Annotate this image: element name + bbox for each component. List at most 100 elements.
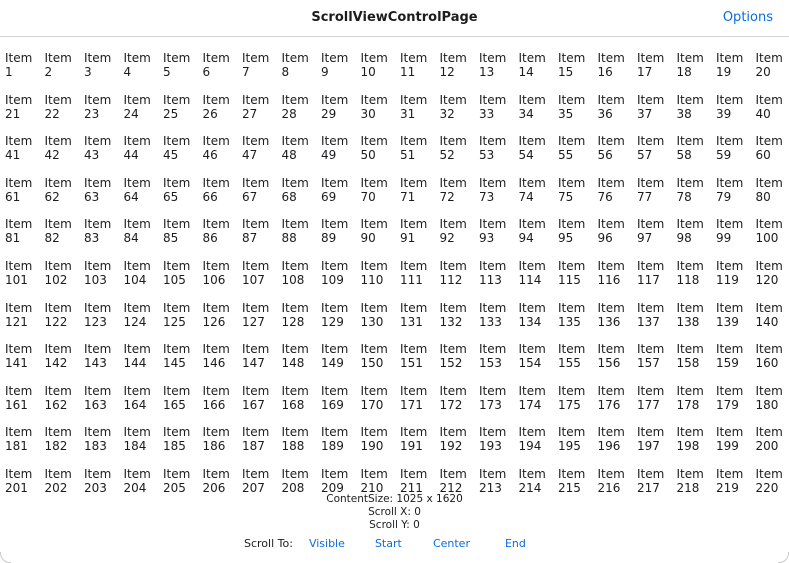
grid-item: Item 20 (756, 51, 789, 93)
grid-item-label: Item (518, 466, 546, 481)
grid-item-label: Item (518, 175, 546, 190)
grid-item: Item 192 (440, 425, 480, 467)
grid-item: Item 102 (45, 259, 85, 301)
grid-item-label: Item (123, 258, 151, 273)
grid-item-label: Item (281, 217, 309, 232)
grid-item-number: 150 (360, 356, 384, 371)
grid-item-label: Item (518, 342, 546, 357)
grid-item: Item 152 (440, 342, 480, 384)
grid-item-number: 114 (518, 272, 542, 287)
grid-item-number: 83 (84, 231, 100, 246)
scroll-to-start-button[interactable]: Start (375, 537, 433, 550)
grid-item: Item 41 (5, 134, 45, 176)
grid-item-number: 115 (558, 272, 581, 287)
grid-item: Item 90 (361, 217, 401, 259)
grid-item: Item 193 (479, 425, 519, 467)
grid-item-number: 31 (400, 106, 416, 121)
grid-item-number: 25 (163, 106, 179, 121)
grid-item: Item 77 (637, 176, 677, 218)
grid-item-number: 60 (755, 148, 771, 163)
grid-item-number: 50 (360, 148, 376, 163)
grid-item: Item 155 (558, 342, 598, 384)
grid-item-label: Item (755, 92, 783, 107)
grid-item: Item 149 (321, 342, 361, 384)
grid-item-number: 181 (5, 439, 28, 454)
options-button[interactable]: Options (723, 10, 773, 25)
grid-item: Item 125 (163, 301, 203, 343)
grid-item-number: 28 (281, 106, 297, 121)
scroll-to-visible-button[interactable]: Visible (309, 537, 375, 550)
grid-item-label: Item (321, 383, 349, 398)
grid-item: Item 122 (45, 301, 85, 343)
grid-item-label: Item (518, 92, 546, 107)
grid-item-number: 120 (755, 272, 779, 287)
grid-item-number: 185 (163, 439, 186, 454)
grid-item-number: 19 (716, 65, 732, 79)
grid-item-number: 140 (755, 314, 779, 329)
grid-item-number: 167 (242, 397, 265, 412)
grid-item: Item 110 (361, 259, 401, 301)
grid-item: Item 76 (598, 176, 638, 218)
grid-item: Item 31 (400, 93, 440, 135)
grid-item: Item 167 (242, 384, 282, 426)
grid-item-number: 133 (479, 314, 502, 329)
grid-item-number: 42 (44, 148, 60, 163)
grid-item: Item 55 (558, 134, 598, 176)
grid-item: Item 162 (45, 384, 85, 426)
grid-item-number: 20 (755, 65, 771, 79)
grid-item: Item 27 (242, 93, 282, 135)
grid-item-number: 124 (123, 314, 147, 329)
grid-item-label: Item (439, 258, 467, 273)
grid-item: Item 183 (84, 425, 124, 467)
grid-item-number: 5 (163, 65, 171, 79)
grid-item-number: 100 (755, 231, 779, 246)
grid-item: Item 123 (84, 301, 124, 343)
grid-item-number: 207 (242, 480, 265, 492)
grid-item: Item 131 (400, 301, 440, 343)
grid-item-number: 76 (597, 189, 613, 204)
grid-item: Item 139 (716, 301, 756, 343)
grid-item-label: Item (755, 217, 783, 232)
grid-item-number: 102 (44, 272, 68, 287)
grid-item-label: Item (242, 466, 270, 481)
grid-item: Item 166 (203, 384, 243, 426)
grid-item: Item 146 (203, 342, 243, 384)
grid-item: Item 109 (321, 259, 361, 301)
scroll-view[interactable]: Item 1 Item 2 Item 3 Item 4 Item 5 Item 6 Item 7 Item 8… (0, 38, 789, 492)
grid-item-label: Item (400, 466, 428, 481)
grid-item: Item 182 (45, 425, 85, 467)
grid-item-label: Item (163, 383, 191, 398)
grid-item-number: 125 (163, 314, 186, 329)
grid-item-label: Item (518, 51, 546, 65)
grid-item-number: 64 (123, 189, 139, 204)
grid-item-number: 176 (597, 397, 621, 412)
grid-item: Item 132 (440, 301, 480, 343)
grid-item-label: Item (360, 383, 388, 398)
grid-item-number: 40 (755, 106, 771, 121)
grid-item-number: 158 (676, 356, 700, 371)
grid-item-label: Item (202, 51, 230, 65)
scroll-to-end-button[interactable]: End (505, 537, 526, 550)
grid-item-label: Item (281, 51, 309, 65)
grid-item-number: 205 (163, 480, 186, 492)
grid-item-label: Item (360, 134, 388, 149)
grid-item-label: Item (755, 342, 783, 357)
grid-item-label: Item (518, 300, 546, 315)
grid-item-label: Item (676, 134, 704, 149)
grid-item-label: Item (163, 134, 191, 149)
grid-item-number: 112 (439, 272, 463, 287)
grid-item-number: 145 (163, 356, 186, 371)
grid-item-number: 37 (637, 106, 653, 121)
grid-item: Item 105 (163, 259, 203, 301)
grid-item-number: 91 (400, 231, 416, 246)
scroll-to-center-button[interactable]: Center (433, 537, 505, 550)
grid-item-label: Item (281, 300, 309, 315)
grid-item-number: 33 (479, 106, 495, 121)
grid-item-number: 127 (242, 314, 265, 329)
grid-item-label: Item (716, 425, 744, 440)
grid-item-label: Item (637, 217, 665, 232)
grid-item-number: 216 (597, 480, 621, 492)
item-grid: Item 1 Item 2 Item 3 Item 4 Item 5 Item 6 Item 7 Item 8… (5, 51, 789, 492)
grid-item-number: 8 (281, 65, 290, 79)
grid-item: Item 201 (5, 467, 45, 492)
